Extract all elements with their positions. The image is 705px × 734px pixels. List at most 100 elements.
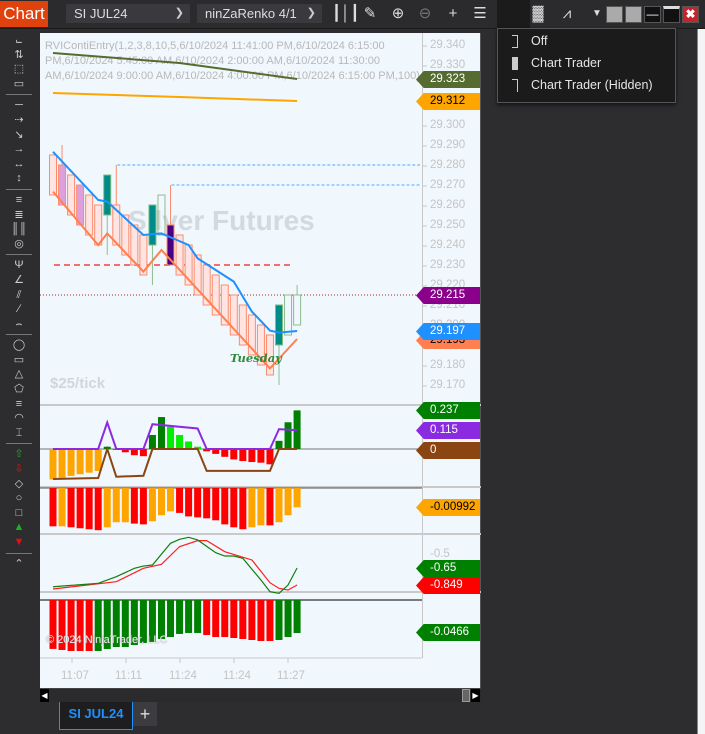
renko-bar xyxy=(157,194,166,236)
time-label: 11:27 xyxy=(277,670,305,682)
histogram-bar xyxy=(284,488,292,516)
histogram-bar xyxy=(248,600,256,640)
scroll-right-icon[interactable]: ▶ xyxy=(471,689,480,702)
histogram-bar xyxy=(293,488,301,508)
renko-bar xyxy=(76,184,85,226)
gold-indicator-line xyxy=(52,92,298,102)
tab-si-jul24[interactable]: SI JUL24 xyxy=(59,702,133,730)
histogram-bar xyxy=(221,488,229,525)
menu-item-label: Off xyxy=(531,34,548,48)
histogram-bar xyxy=(239,600,247,639)
red-oscillator-line xyxy=(52,540,298,591)
price-marker: -0.00992 xyxy=(416,499,480,516)
histogram-bar xyxy=(266,488,274,526)
chart-plot xyxy=(40,45,427,663)
histogram-bar xyxy=(76,449,84,475)
histogram-bar xyxy=(49,449,57,480)
histogram-bar xyxy=(85,488,93,530)
histogram-bar xyxy=(266,600,274,641)
histogram-bar xyxy=(221,600,229,638)
histogram-bar xyxy=(284,422,292,449)
histogram-bar xyxy=(130,488,138,524)
histogram-bar xyxy=(257,488,265,526)
histogram-bar xyxy=(248,449,256,463)
histogram-bar xyxy=(139,449,147,457)
horizontal-scrollbar[interactable]: ◀ ▶ xyxy=(40,688,481,702)
histogram-bar xyxy=(239,449,247,462)
price-axis-label: 29.340 xyxy=(430,39,466,51)
renko-bar xyxy=(293,294,302,326)
histogram-bar xyxy=(185,441,193,449)
price-axis-label: 29.230 xyxy=(430,259,466,271)
histogram-bar xyxy=(67,488,75,528)
renko-bar xyxy=(275,304,283,346)
price-axis-label: 29.240 xyxy=(430,239,466,251)
histogram-bar xyxy=(185,488,193,517)
time-label: 11:11 xyxy=(115,670,143,682)
price-marker: 29.312 xyxy=(416,93,480,110)
histogram-bar xyxy=(103,488,111,528)
price-axis-label: 29.280 xyxy=(430,159,466,171)
menu-item-off[interactable]: Off xyxy=(498,30,675,52)
purple-signal-line xyxy=(53,419,298,450)
histogram-bar xyxy=(76,488,84,529)
price-axis-label: 29.290 xyxy=(430,139,466,151)
renko-bar xyxy=(103,174,112,216)
renko-bar xyxy=(284,294,293,336)
price-axis-label: 29.170 xyxy=(430,379,466,391)
histogram-bar xyxy=(194,488,202,518)
histogram-bar xyxy=(284,600,292,638)
histogram-bar xyxy=(49,488,57,527)
renko-bar xyxy=(94,204,103,246)
price-axis-label: 29.250 xyxy=(430,219,466,231)
price-marker: 0.115 xyxy=(416,422,480,439)
copyright-label: © 2024 NinjaTrader, LLC xyxy=(46,634,168,646)
menu-item-label: Chart Trader (Hidden) xyxy=(531,78,653,92)
renko-bar xyxy=(148,204,157,246)
histogram-bar xyxy=(203,488,211,519)
histogram-bar xyxy=(239,488,247,530)
scroll-thumb[interactable] xyxy=(462,689,470,702)
histogram-bar xyxy=(112,488,120,523)
price-marker: -0.0466 xyxy=(416,624,480,641)
histogram-bar xyxy=(157,488,165,516)
chart-trader-menu: Off Chart Trader Chart Trader (Hidden) xyxy=(497,28,676,103)
histogram-bar xyxy=(185,600,193,633)
histogram-bar xyxy=(176,488,184,513)
price-marker: 29.323 xyxy=(416,71,480,88)
histogram-bar xyxy=(167,600,175,638)
histogram-bar xyxy=(139,488,147,525)
chart-trader-on-icon xyxy=(512,57,518,70)
price-axis-label: 29.180 xyxy=(430,359,466,371)
add-tab-button[interactable]: + xyxy=(133,702,157,726)
menu-item-chart-trader[interactable]: Chart Trader xyxy=(498,52,675,74)
scroll-left-icon[interactable]: ◀ xyxy=(40,689,49,702)
time-label: 11:24 xyxy=(223,670,251,682)
histogram-bar xyxy=(275,440,283,449)
histogram-bar xyxy=(275,600,283,640)
histogram-bar xyxy=(157,417,165,449)
histogram-bar xyxy=(194,600,202,633)
histogram-bar xyxy=(230,488,238,528)
histogram-bar xyxy=(212,488,220,521)
histogram-bar xyxy=(248,488,256,528)
price-marker: 29.215 xyxy=(416,287,480,304)
menu-item-chart-trader-hidden[interactable]: Chart Trader (Hidden) xyxy=(498,74,675,96)
olive-indicator-line xyxy=(52,52,298,80)
histogram-bar xyxy=(257,449,265,463)
histogram-bar xyxy=(176,434,184,449)
histogram-bar xyxy=(230,449,238,460)
price-marker: 0.237 xyxy=(416,402,480,419)
histogram-bar xyxy=(148,434,156,449)
price-marker: 0 xyxy=(416,442,480,459)
histogram-bar xyxy=(58,488,66,527)
time-label: 11:24 xyxy=(169,670,197,682)
background-window xyxy=(697,29,705,734)
histogram-bar xyxy=(212,600,220,638)
price-axis-label: 29.260 xyxy=(430,199,466,211)
histogram-bar xyxy=(58,449,66,478)
blue-ma-line xyxy=(52,151,298,334)
price-marker: -0.65 xyxy=(416,560,480,577)
time-label: 11:07 xyxy=(61,670,89,682)
histogram-bar xyxy=(293,600,301,634)
